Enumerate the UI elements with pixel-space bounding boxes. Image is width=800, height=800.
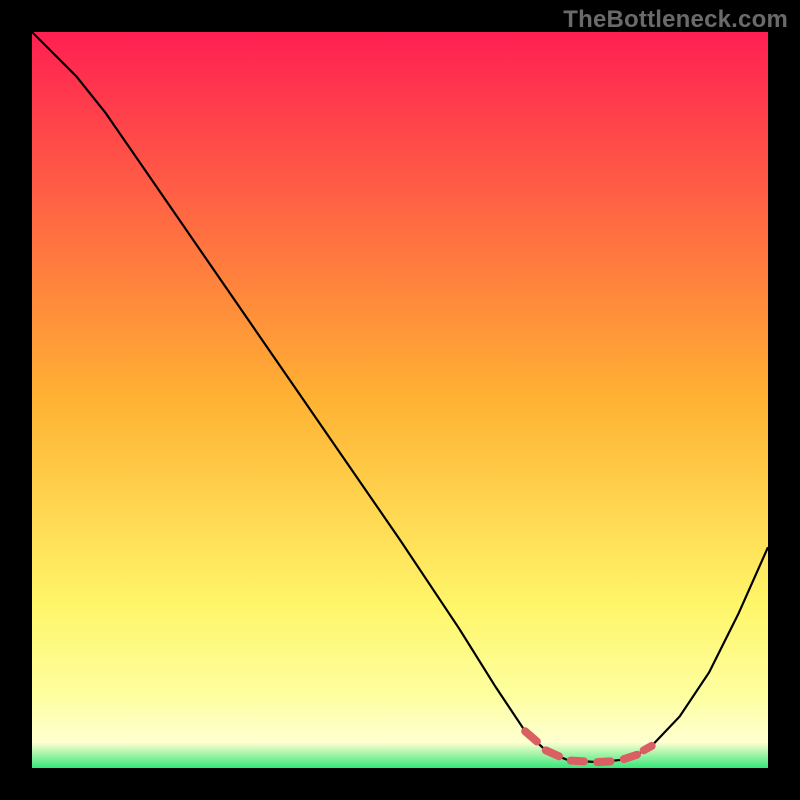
highlight-dash: [624, 755, 637, 759]
chart-area: [32, 32, 768, 768]
watermark-text: TheBottleneck.com: [563, 6, 788, 34]
highlight-dash: [571, 761, 584, 762]
highlight-dash: [644, 746, 652, 750]
highlight-dash: [546, 750, 559, 756]
gradient-background: [32, 32, 768, 768]
highlight-dash: [597, 761, 610, 762]
chart-svg: [32, 32, 768, 768]
